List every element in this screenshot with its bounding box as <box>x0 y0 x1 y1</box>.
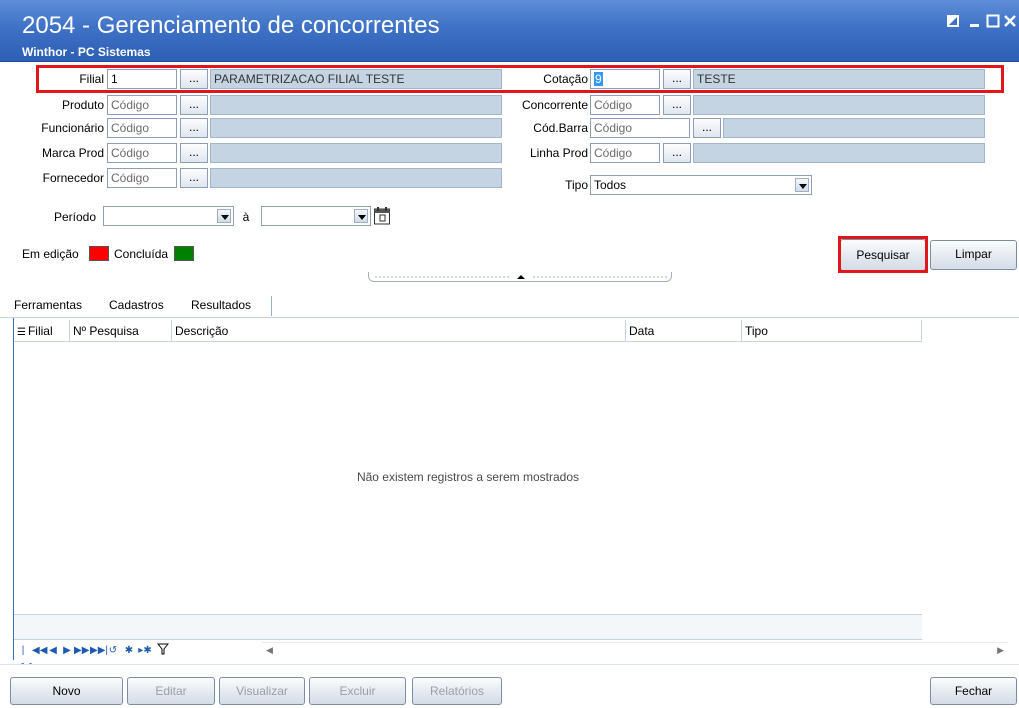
restore-icon[interactable] <box>944 14 962 32</box>
periodo-label: Período <box>53 210 96 224</box>
periodo-start-field[interactable] <box>103 206 234 226</box>
limpar-button[interactable]: Limpar <box>930 240 1017 270</box>
concorrente-field[interactable]: Código <box>590 95 660 115</box>
refresh-icon[interactable]: ↺ <box>106 643 120 659</box>
marca-prod-label: Marca Prod <box>41 146 104 160</box>
next-page-icon[interactable]: ▶▶ <box>74 643 89 659</box>
filial-search-button[interactable]: ... <box>180 69 208 89</box>
grid-empty-message: Não existem registros a serem mostrados <box>356 470 580 484</box>
cotacao-search-button[interactable]: ... <box>663 69 691 89</box>
horizontal-scrollbar[interactable]: ◀ ▶ <box>262 642 1008 660</box>
periodo-separator: à <box>242 210 250 224</box>
funcionario-description <box>210 118 502 138</box>
concorrente-search-button[interactable]: ... <box>663 95 691 115</box>
previous-record-icon[interactable]: ◀ <box>46 643 60 659</box>
editar-button[interactable]: Editar <box>127 677 215 705</box>
pesquisar-button[interactable]: Pesquisar <box>840 239 926 271</box>
concluida-label: Concluída <box>114 247 169 261</box>
window-subtitle: Winthor - PC Sistemas <box>22 45 151 59</box>
first-record-icon[interactable]: |◀◀ <box>16 643 31 672</box>
produto-field[interactable]: Código <box>107 95 177 115</box>
column-header-descricao[interactable]: Descrição <box>172 320 626 342</box>
filial-field[interactable]: 1 <box>107 69 177 89</box>
concorrente-description <box>693 95 985 115</box>
fornecedor-field[interactable]: Código <box>107 168 177 188</box>
close-icon[interactable] <box>1001 14 1019 32</box>
filter-icon[interactable] <box>156 643 170 659</box>
cotacao-field[interactable]: 9 <box>590 69 660 89</box>
tipo-label: Tipo <box>565 178 588 192</box>
tipo-selected-value: Todos <box>594 178 627 192</box>
linha-prod-search-button[interactable]: ... <box>663 143 691 163</box>
funcionario-field[interactable]: Código <box>107 118 177 138</box>
concorrente-label: Concorrente <box>521 98 588 112</box>
next-record-icon[interactable]: ▶ <box>60 643 74 659</box>
panel-splitter[interactable] <box>368 272 672 282</box>
grid-body[interactable]: Não existem registros a serem mostrados <box>14 342 922 614</box>
cod-barra-search-button[interactable]: ... <box>693 118 721 138</box>
marca-prod-field[interactable]: Código <box>107 143 177 163</box>
maximize-icon[interactable] <box>984 14 1002 32</box>
funcionario-label: Funcionário <box>41 121 104 135</box>
append-record-icon[interactable]: ▸✱ <box>138 643 152 659</box>
em-edicao-swatch <box>89 246 109 261</box>
fornecedor-label: Fornecedor <box>42 171 104 185</box>
tab-resultados[interactable]: Resultados <box>191 298 251 312</box>
cod-barra-field[interactable]: Código <box>590 118 690 138</box>
produto-search-button[interactable]: ... <box>180 95 208 115</box>
periodo-end-field[interactable] <box>261 206 371 226</box>
column-header-n-pesquisa[interactable]: Nº Pesquisa <box>70 320 172 342</box>
column-header-filial-label: Filial <box>27 324 53 338</box>
relatorios-button[interactable]: Relatórios <box>412 677 502 705</box>
tab-cadastros[interactable]: Cadastros <box>109 298 164 312</box>
filial-label: Filial <box>79 72 104 86</box>
grid-header: ☰ Filial Nº Pesquisa Descrição Data Tipo <box>14 320 922 342</box>
produto-description <box>210 95 502 115</box>
marca-prod-description <box>210 143 502 163</box>
tab-ferramentas[interactable]: Ferramentas <box>14 298 82 312</box>
grid-footer <box>14 614 922 640</box>
scroll-right-icon[interactable]: ▶ <box>997 645 1004 656</box>
fornecedor-search-button[interactable]: ... <box>180 168 208 188</box>
fornecedor-description <box>210 168 502 188</box>
column-header-filial[interactable]: ☰ Filial <box>14 320 70 342</box>
minimize-icon[interactable] <box>966 14 984 32</box>
em-edicao-label: Em edição <box>22 247 79 261</box>
tipo-select[interactable]: Todos <box>590 175 812 195</box>
cotacao-label: Cotação <box>543 72 588 86</box>
linha-prod-label: Linha Prod <box>529 146 588 160</box>
scroll-left-icon[interactable]: ◀ <box>266 645 273 656</box>
title-bar: 2054 - Gerenciamento de concorrentes Win… <box>0 0 1019 62</box>
last-record-icon[interactable]: ▶▶| <box>90 643 108 659</box>
insert-record-icon[interactable]: ✱ <box>122 643 136 659</box>
fechar-button[interactable]: Fechar <box>930 677 1017 705</box>
calendar-icon[interactable] <box>373 206 391 226</box>
cotacao-value: 9 <box>594 72 603 86</box>
tab-divider <box>271 296 272 316</box>
chevron-down-icon[interactable] <box>795 178 809 192</box>
cod-barra-label: Cód.Barra <box>533 121 588 135</box>
column-header-data[interactable]: Data <box>626 320 742 342</box>
marca-prod-search-button[interactable]: ... <box>180 143 208 163</box>
linha-prod-field[interactable]: Código <box>590 143 660 163</box>
concluida-swatch <box>174 246 194 261</box>
linha-prod-description <box>693 143 985 163</box>
visualizar-button[interactable]: Visualizar <box>219 677 305 705</box>
cod-barra-description <box>723 118 985 138</box>
chevron-down-icon[interactable] <box>217 209 231 223</box>
cotacao-description: TESTE <box>693 69 985 89</box>
filial-description: PARAMETRIZACAO FILIAL TESTE <box>210 69 502 89</box>
column-chooser-icon[interactable]: ☰ <box>17 327 26 338</box>
window-title: 2054 - Gerenciamento de concorrentes <box>22 12 440 39</box>
chevron-down-icon[interactable] <box>354 209 368 223</box>
column-header-tipo[interactable]: Tipo <box>742 320 922 342</box>
produto-label: Produto <box>61 98 104 112</box>
previous-page-icon[interactable]: ◀◀ <box>32 643 47 659</box>
funcionario-search-button[interactable]: ... <box>180 118 208 138</box>
excluir-button[interactable]: Excluir <box>309 677 406 705</box>
novo-button[interactable]: Novo <box>10 677 123 705</box>
